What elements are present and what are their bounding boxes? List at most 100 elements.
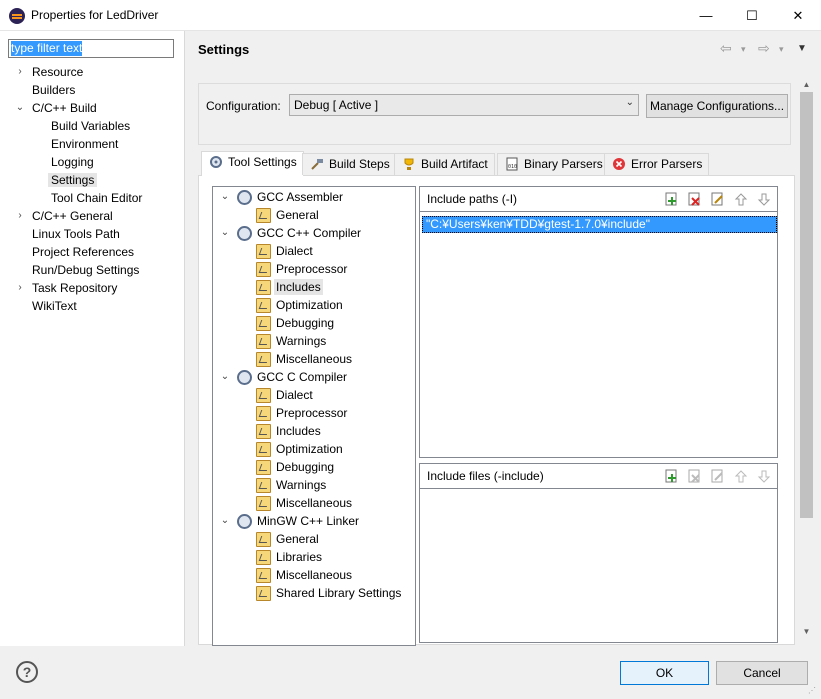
minimize-button[interactable]: — (683, 0, 729, 31)
back-arrow-icon[interactable]: ⇦ (720, 40, 732, 57)
tab-build-artifact[interactable]: Build Artifact (394, 153, 495, 175)
tab-error-parsers[interactable]: Error Parsers (604, 153, 710, 175)
option-node[interactable]: General (276, 530, 319, 548)
option-node[interactable]: Miscellaneous (276, 350, 352, 368)
nav-item-builders[interactable]: Builders (32, 81, 75, 99)
chevron-down-icon[interactable]: ⌄ (220, 368, 230, 386)
option-folder-icon (256, 262, 271, 277)
nav-item-label: C/C++ Build (32, 101, 97, 115)
nav-item-build-variables[interactable]: Build Variables (51, 117, 130, 135)
nav-item-project-references[interactable]: Project References (32, 243, 134, 261)
option-node[interactable]: Warnings (276, 476, 326, 494)
nav-item-linux-tools-path[interactable]: Linux Tools Path (32, 225, 120, 243)
nav-item-environment[interactable]: Environment (51, 135, 118, 153)
option-node[interactable]: Debugging (276, 458, 334, 476)
nav-item-c-c-general[interactable]: C/C++ General (32, 207, 113, 225)
option-folder-icon (256, 478, 271, 493)
include-paths-list[interactable]: Include paths (-I) "C:¥Users¥ken¥TDD¥gte… (419, 186, 778, 458)
option-node[interactable]: Debugging (276, 314, 334, 332)
option-node[interactable]: Dialect (276, 242, 313, 260)
tree-node-label: GCC C Compiler (257, 370, 348, 384)
help-icon[interactable]: ? (16, 661, 38, 683)
chevron-down-icon[interactable]: ⌄ (220, 512, 230, 530)
include-files-list[interactable]: Include files (-include) (419, 463, 778, 643)
nav-item-label: C/C++ General (32, 209, 113, 223)
tree-node-label: Miscellaneous (276, 568, 353, 582)
option-node[interactable]: Includes (276, 422, 321, 440)
tool-settings-icon (210, 156, 222, 168)
tab-build-steps[interactable]: Build Steps (302, 153, 397, 175)
tree-node-label: Debugging (276, 316, 335, 330)
chevron-right-icon[interactable]: › (15, 279, 25, 297)
configuration-select[interactable]: Debug [ Active ] ⌄ (289, 94, 639, 116)
option-node[interactable]: Preprocessor (276, 404, 347, 422)
option-node[interactable]: Shared Library Settings (276, 584, 401, 602)
nav-item-run-debug-settings[interactable]: Run/Debug Settings (32, 261, 139, 279)
ok-button[interactable]: OK (620, 661, 709, 685)
chevron-down-icon[interactable]: ⌄ (220, 188, 230, 206)
nav-item-tool-chain-editor[interactable]: Tool Chain Editor (51, 189, 142, 207)
tool-gear-icon (237, 226, 252, 241)
nav-item-settings[interactable]: Settings (48, 171, 98, 189)
option-node[interactable]: Miscellaneous (276, 566, 352, 584)
add-icon[interactable] (665, 469, 679, 484)
scroll-down-arrow-icon[interactable]: ▼ (798, 627, 815, 636)
nav-item-wikitext[interactable]: WikiText (32, 297, 77, 315)
nav-item-resource[interactable]: Resource (32, 63, 83, 81)
nav-item-label: Run/Debug Settings (32, 263, 140, 277)
tree-node-label: Includes (276, 424, 321, 438)
window-title: Properties for LedDriver (31, 8, 159, 22)
option-folder-icon (256, 406, 271, 421)
edit-icon[interactable] (711, 192, 725, 207)
chevron-down-icon[interactable]: ⌄ (220, 224, 230, 242)
nav-item-task-repository[interactable]: Task Repository (32, 279, 117, 297)
tab-binary-parsers[interactable]: 010 Binary Parsers (497, 153, 610, 175)
option-folder-icon (256, 586, 271, 601)
option-node[interactable]: General (276, 206, 319, 224)
close-button[interactable]: ✕ (775, 0, 821, 31)
chevron-down-icon[interactable]: ⌄ (15, 99, 25, 117)
scroll-up-arrow-icon[interactable]: ▲ (798, 80, 815, 89)
tree-node-label: Libraries (276, 550, 323, 564)
option-node[interactable]: Includes (274, 278, 323, 296)
option-node[interactable]: Libraries (276, 548, 322, 566)
option-node[interactable]: Dialect (276, 386, 313, 404)
delete-icon[interactable] (688, 192, 702, 207)
include-path-item[interactable]: "C:¥Users¥ken¥TDD¥gtest-1.7.0¥include" (422, 216, 777, 233)
tool-node[interactable]: MinGW C++ Linker (257, 512, 359, 530)
forward-dropdown-icon[interactable]: ▾ (779, 44, 784, 55)
tool-node[interactable]: GCC C Compiler (257, 368, 347, 386)
tool-node[interactable]: GCC Assembler (257, 188, 343, 206)
forward-arrow-icon[interactable]: ⇨ (758, 40, 770, 57)
resize-grip-icon[interactable]: ⋰ (808, 686, 818, 696)
tree-node-label: Preprocessor (276, 262, 348, 276)
nav-item-label: Logging (51, 155, 94, 169)
option-node[interactable]: Optimization (276, 296, 343, 314)
manage-configurations-button[interactable]: Manage Configurations... (646, 94, 788, 118)
option-node[interactable]: Miscellaneous (276, 494, 352, 512)
tab-tool-settings[interactable]: Tool Settings (201, 151, 304, 176)
move-up-icon[interactable] (734, 192, 748, 207)
filter-input[interactable]: type filter text (8, 39, 174, 58)
option-node[interactable]: Warnings (276, 332, 326, 350)
tree-node-label: Miscellaneous (276, 352, 353, 366)
option-folder-icon (256, 334, 271, 349)
maximize-button[interactable]: ☐ (729, 0, 775, 31)
chevron-right-icon[interactable]: › (15, 63, 25, 81)
move-down-icon[interactable] (757, 192, 771, 207)
nav-item-logging[interactable]: Logging (51, 153, 94, 171)
cancel-button[interactable]: Cancel (716, 661, 808, 685)
chevron-right-icon[interactable]: › (15, 207, 25, 225)
nav-item-label: Build Variables (51, 119, 131, 133)
scrollbar-thumb[interactable] (800, 92, 813, 518)
tree-node-label: General (276, 532, 319, 546)
option-node[interactable]: Preprocessor (276, 260, 347, 278)
view-menu-icon[interactable]: ▼ (797, 43, 807, 54)
tool-node[interactable]: GCC C++ Compiler (257, 224, 361, 242)
add-icon[interactable] (665, 192, 679, 207)
nav-item-c-c-build[interactable]: C/C++ Build (32, 99, 97, 117)
binary-icon: 010 (506, 157, 518, 171)
option-node[interactable]: Optimization (276, 440, 343, 458)
back-dropdown-icon[interactable]: ▾ (741, 44, 746, 55)
option-folder-icon (256, 460, 271, 475)
